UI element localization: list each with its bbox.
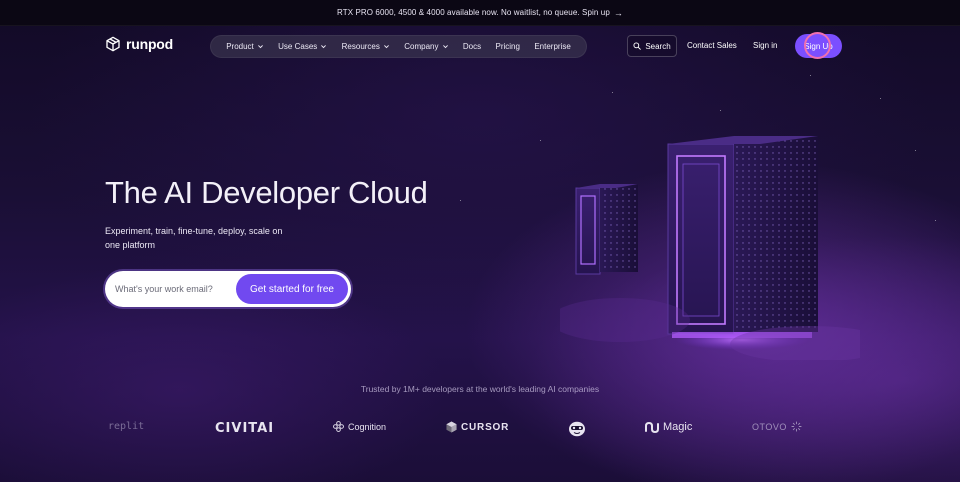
- top-nav: runpod Product Use Cases Resources Compa…: [0, 26, 960, 66]
- logo-cognition: Cognition: [333, 421, 386, 432]
- nav-item-resources[interactable]: Resources: [342, 42, 390, 51]
- star: [460, 200, 461, 201]
- gpu-server-illustration: [560, 136, 860, 360]
- search-icon: [633, 42, 642, 50]
- announcement-text: RTX PRO 6000, 4500 & 4000 available now.…: [336, 8, 610, 17]
- nav-item-label: Product: [226, 42, 254, 51]
- contact-sales-link[interactable]: Contact Sales: [687, 41, 737, 50]
- logo-mascot: [568, 421, 586, 437]
- logo-cursor: CURSOR: [446, 421, 509, 433]
- logo-otovo: OTOVO: [752, 421, 802, 432]
- chevron-down-icon: [321, 45, 327, 49]
- large-server: [667, 136, 818, 350]
- star: [935, 220, 936, 221]
- sign-up-label: Sign Up: [804, 41, 833, 51]
- nav-item-product[interactable]: Product: [226, 42, 264, 51]
- sign-up-button[interactable]: Sign Up: [795, 34, 842, 58]
- get-started-button[interactable]: Get started for free: [236, 274, 348, 304]
- nav-item-company[interactable]: Company: [404, 42, 448, 51]
- runpod-cube-logo-icon: [106, 36, 120, 52]
- chevron-down-icon: [383, 45, 389, 49]
- logo-label: CIVITAI: [215, 421, 275, 436]
- logo-label: Cognition: [348, 421, 387, 432]
- logo-label: CURSOR: [461, 421, 510, 433]
- cognition-flower-icon: [333, 421, 344, 432]
- hero-title: The AI Developer Cloud: [105, 175, 428, 210]
- star: [540, 140, 541, 141]
- sun-rays-icon: [791, 421, 802, 432]
- brand-name: runpod: [126, 36, 174, 52]
- star: [720, 110, 721, 111]
- nav-item-label: Docs: [462, 42, 482, 51]
- sign-in-link[interactable]: Sign in: [753, 41, 777, 50]
- nav-item-use-cases[interactable]: Use Cases: [278, 42, 327, 51]
- announcement-bar[interactable]: RTX PRO 6000, 4500 & 4000 available now.…: [0, 0, 960, 26]
- nav-item-label: Resources: [341, 42, 380, 51]
- trusted-by-text: Trusted by 1M+ developers at the world's…: [360, 384, 600, 394]
- customer-logos: replit CIVITAI Cognition CURSOR Magic OT…: [0, 418, 960, 440]
- nav-item-pricing[interactable]: Pricing: [496, 42, 520, 51]
- small-server: [575, 184, 638, 275]
- main-menu: Product Use Cases Resources Company Docs…: [210, 35, 587, 58]
- magic-wave-icon: [645, 421, 659, 433]
- mascot-face-icon: [569, 421, 585, 437]
- star: [880, 98, 881, 99]
- star: [612, 92, 613, 93]
- nav-item-label: Use Cases: [278, 42, 318, 51]
- logo-label: OTOVO: [752, 421, 787, 432]
- nav-item-label: Enterprise: [534, 42, 571, 51]
- star: [810, 75, 811, 76]
- search-label: Search: [645, 41, 671, 51]
- star: [915, 150, 916, 151]
- cursor-cube-icon: [446, 421, 457, 433]
- signup-form: Get started for free: [105, 271, 351, 307]
- arrow-right-icon: →: [613, 7, 623, 18]
- chevron-down-icon: [257, 45, 263, 49]
- brand-logo[interactable]: runpod: [105, 36, 173, 52]
- nav-item-label: Company: [404, 42, 439, 51]
- logo-replit: replit: [108, 421, 144, 432]
- logo-label: Magic: [663, 421, 693, 433]
- get-started-label: Get started for free: [250, 283, 334, 295]
- email-input[interactable]: [115, 282, 235, 296]
- logo-magic: Magic: [645, 421, 692, 433]
- search-button[interactable]: Search: [627, 35, 677, 57]
- chevron-down-icon: [442, 45, 448, 49]
- logo-civitai: CIVITAI: [215, 421, 274, 436]
- logo-label: replit: [108, 421, 145, 432]
- nav-item-enterprise[interactable]: Enterprise: [534, 42, 570, 51]
- nav-item-docs[interactable]: Docs: [463, 42, 481, 51]
- hero-subtitle: Experiment, train, fine-tune, deploy, sc…: [105, 226, 283, 250]
- nav-item-label: Pricing: [495, 42, 520, 51]
